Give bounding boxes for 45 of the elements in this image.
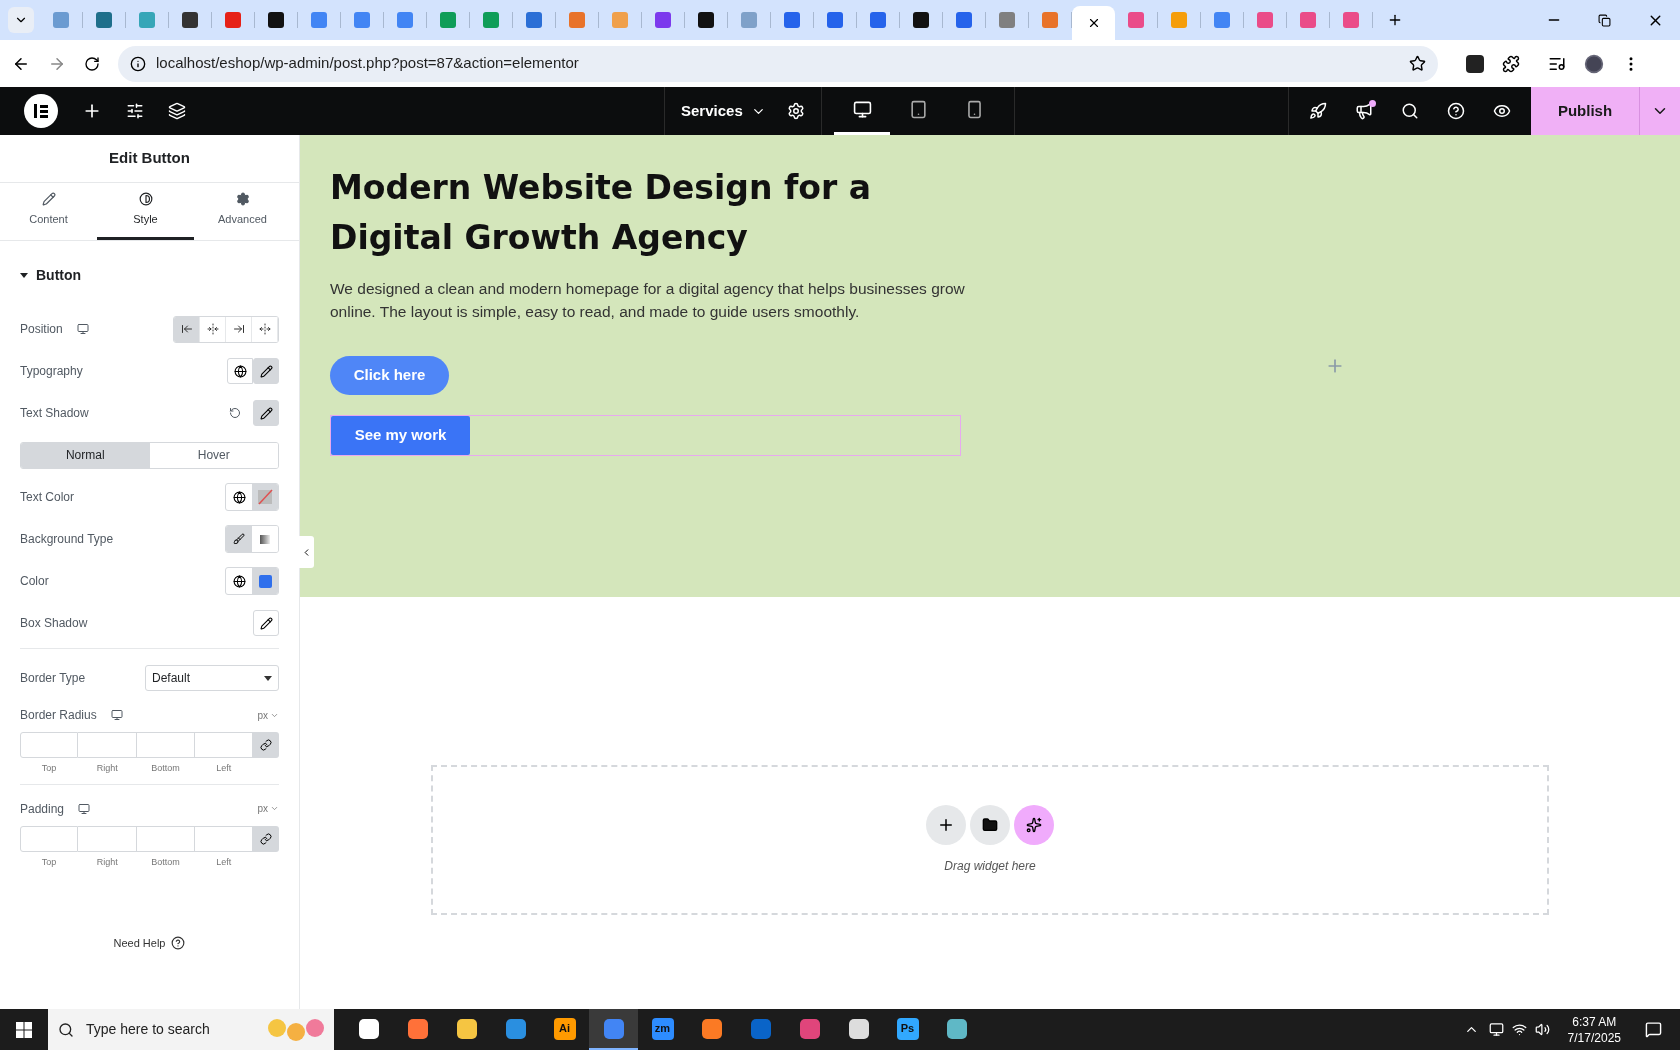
control-label: Border Radius <box>20 707 97 724</box>
address-bar[interactable]: localhost/eshop/wp-admin/post.php?post=87&action=elementor <box>118 45 1438 82</box>
taskbar-app-button[interactable]: zm <box>638 1009 687 1050</box>
control-label: Border Type <box>20 670 86 687</box>
hero-description: We designed a clean and modern homepage for a digital agency that helps businesses grow online. The layout is simple, easy to read, and made to guide users smoothly. <box>330 279 966 322</box>
control-label: Position <box>20 321 63 338</box>
url-text: localhost/eshop/wp-admin/post.php?post=87&action=elementor <box>156 53 580 74</box>
panel-tab[interactable]: Advanced <box>194 183 291 240</box>
border-type-select[interactable]: Default <box>145 665 279 691</box>
panel-tab[interactable]: Style <box>97 183 194 240</box>
control-label: Padding <box>20 800 65 818</box>
help-link[interactable]: Need Help <box>113 934 166 951</box>
drop-zone-hint: Drag widget here <box>944 858 1036 875</box>
clock[interactable]: 6:37 AM 7/17/2025 <box>1561 1013 1627 1046</box>
dimension-label: Right <box>96 762 118 775</box>
control-label: Typography <box>20 363 83 380</box>
unit-select[interactable]: px <box>257 707 279 723</box>
publish-button[interactable]: Publish <box>1531 87 1639 135</box>
panel-title: Edit Button <box>109 148 190 169</box>
cta-button[interactable]: See my work <box>331 416 470 455</box>
dimension-label: Bottom <box>151 762 180 775</box>
taskbar-app-button[interactable]: Ai <box>540 1009 589 1050</box>
control-label: Box Shadow <box>20 615 88 632</box>
app-icon: Ps <box>896 1017 919 1040</box>
dimension-label: Top <box>41 855 57 869</box>
state-tab[interactable]: Normal <box>21 442 150 468</box>
dimension-label: Bottom <box>151 855 180 869</box>
page-menu[interactable]: Services <box>681 99 766 123</box>
dimension-label: Left <box>216 762 232 775</box>
dimension-label: Left <box>216 855 232 869</box>
panel-tab[interactable]: Content <box>0 183 97 240</box>
control-label: Text Color <box>20 489 75 506</box>
unit-select[interactable]: px <box>257 801 279 816</box>
section-header[interactable]: Button <box>20 265 82 286</box>
taskbar-app-button[interactable]: Ps <box>883 1009 932 1050</box>
dimension-label: Right <box>96 855 118 869</box>
control-label: Color <box>20 573 49 590</box>
control-label: Background Type <box>20 531 114 548</box>
search-placeholder: Type here to search <box>86 1020 211 1039</box>
hero-heading: Modern Website Design for a Digital Growth Agency <box>330 167 872 259</box>
dimension-label: Top <box>41 762 57 775</box>
app-icon: zm <box>651 1017 674 1040</box>
taskbar-search-field[interactable]: Type here to search <box>48 1009 334 1050</box>
control-label: Text Shadow <box>20 405 89 422</box>
app-icon: Ai <box>553 1017 576 1040</box>
